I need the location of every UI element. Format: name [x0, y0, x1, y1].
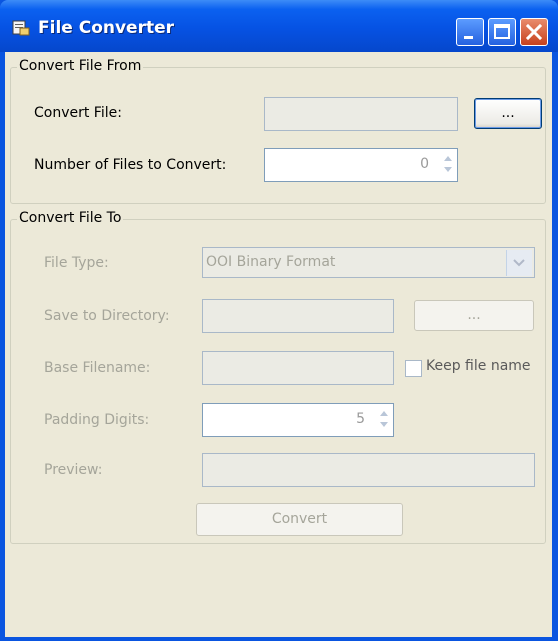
convert-to-group-title: Convert File To [17, 210, 124, 226]
convert-file-field[interactable] [264, 97, 458, 131]
file-type-label: File Type: [44, 255, 109, 271]
preview-field [202, 453, 535, 487]
chevron-down-icon[interactable] [506, 250, 532, 276]
padding-digits-value: 5 [356, 411, 365, 427]
convert-to-group: Convert File To File Type: OOI Binary Fo… [10, 210, 546, 544]
num-files-value: 0 [420, 156, 429, 172]
convert-file-label: Convert File: [34, 105, 122, 121]
maximize-button[interactable] [488, 18, 516, 46]
document-convert-icon [12, 20, 30, 36]
convert-file-browse-button[interactable]: ... [474, 98, 542, 129]
convert-from-group: Convert File From Convert File: ... Numb… [10, 58, 546, 204]
num-files-spinner[interactable]: 0 [264, 148, 458, 182]
minimize-icon [464, 36, 473, 39]
num-files-label: Number of Files to Convert: [34, 157, 227, 173]
title-bar[interactable]: File Converter [0, 0, 558, 52]
file-type-select[interactable]: OOI Binary Format [202, 247, 535, 278]
spinner-arrows-icon[interactable] [377, 407, 391, 431]
file-type-value: OOI Binary Format [206, 254, 336, 270]
padding-digits-spinner[interactable]: 5 [202, 403, 394, 437]
base-filename-label: Base Filename: [44, 360, 151, 376]
convert-from-group-title: Convert File From [17, 58, 144, 74]
window-title: File Converter [38, 18, 175, 38]
dialog-client-area: Convert File From Convert File: ... Numb… [5, 52, 552, 637]
save-dir-label: Save to Directory: [44, 308, 170, 324]
file-converter-window: File Converter Convert File From Convert… [0, 0, 558, 641]
spinner-arrows-icon[interactable] [441, 152, 455, 176]
save-dir-field[interactable] [202, 299, 394, 333]
save-dir-browse-button[interactable]: ... [414, 300, 534, 331]
convert-button[interactable]: Convert [196, 503, 403, 536]
padding-digits-label: Padding Digits: [44, 412, 150, 428]
keep-file-name-checkbox[interactable] [405, 360, 422, 377]
close-icon [525, 23, 543, 41]
minimize-button[interactable] [456, 18, 484, 46]
keep-file-name-label: Keep file name [426, 358, 531, 374]
base-filename-field[interactable] [202, 351, 394, 385]
preview-label: Preview: [44, 462, 103, 478]
maximize-icon [494, 24, 510, 39]
close-button[interactable] [520, 18, 548, 46]
